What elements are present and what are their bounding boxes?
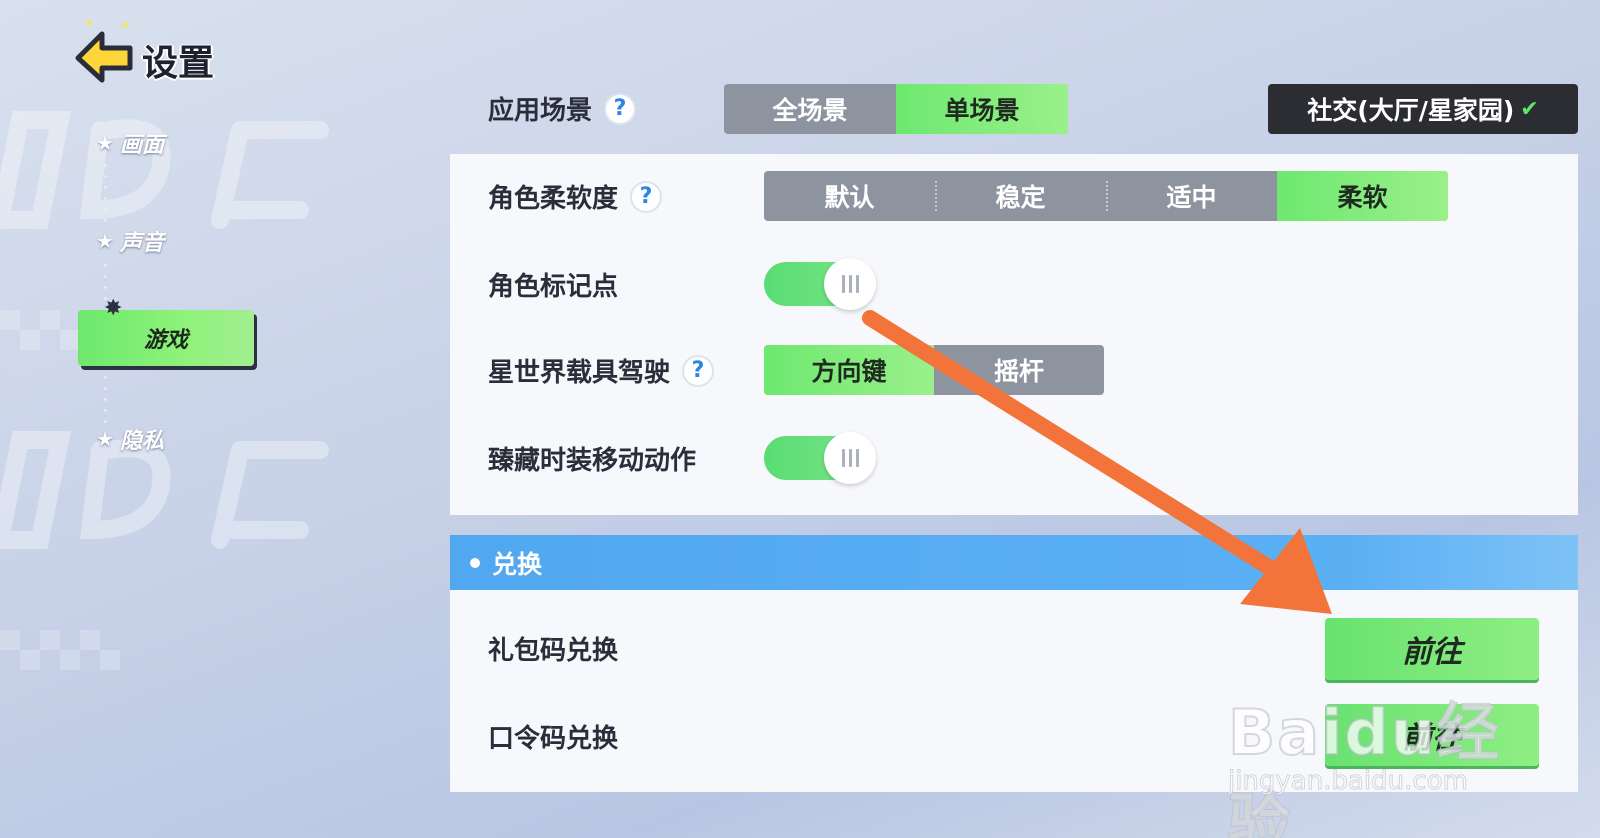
toggle-knob [824, 432, 876, 484]
page-title: 设置 [142, 43, 215, 84]
sidebar-item-sound[interactable]: ★ 声音 [96, 224, 164, 258]
star-icon: ★ [96, 427, 114, 451]
vehicle-segmented-control: 方向键 摇杆 [764, 345, 1104, 395]
scene-option-all[interactable]: 全场景 [724, 84, 896, 134]
nav-connector [104, 160, 107, 230]
sidebar-item-display[interactable]: ★ 画面 [96, 126, 164, 160]
sidebar-item-label: 隐私 [119, 429, 164, 454]
redeem-section-header: 兑换 [450, 535, 1578, 591]
vehicle-option-joystick[interactable]: 摇杆 [934, 345, 1104, 395]
scene-segmented-control: 全场景 单场景 [724, 84, 1068, 134]
gift-code-row: 礼包码兑换 [488, 630, 618, 667]
softness-segmented-control: 默认 稳定 适中 柔软 [764, 171, 1448, 221]
gift-code-go-button[interactable]: 前往 [1325, 618, 1539, 680]
scene-dropdown[interactable]: 社交(大厅/星家园) ✔ [1268, 84, 1578, 134]
password-code-row: 口令码兑换 [488, 718, 618, 755]
outfit-motion-row: 臻藏时装移动动作 [488, 440, 696, 477]
sidebar-item-label: 画面 [119, 133, 164, 158]
vehicle-row: 星世界载具驾驶 ? [488, 352, 715, 389]
sidebar-item-privacy[interactable]: ★ 隐私 [96, 422, 164, 456]
sidebar-item-label: 游戏 [143, 328, 188, 353]
star-icon: ✸ [104, 296, 123, 321]
star-icon: ★ [96, 131, 114, 155]
star-icon: ★ [96, 229, 114, 253]
sidebar-item-label: 声音 [119, 231, 164, 256]
outfit-motion-toggle[interactable] [764, 432, 876, 484]
markers-label: 角色标记点 [488, 272, 619, 302]
sidebar-item-game[interactable]: ✸ 游戏 [78, 296, 254, 366]
softness-option-stable[interactable]: 稳定 [935, 171, 1106, 221]
vehicle-option-arrow-keys[interactable]: 方向键 [764, 345, 934, 395]
softness-option-soft[interactable]: 柔软 [1277, 171, 1448, 221]
password-code-go-button[interactable]: 前往 [1325, 704, 1539, 766]
softness-row: 角色柔软度 ? [488, 178, 663, 215]
toggle-knob [824, 258, 876, 310]
back-arrow-icon[interactable] [72, 28, 136, 86]
password-code-label: 口令码兑换 [488, 724, 619, 754]
chevron-down-icon: ✔ [1520, 96, 1539, 122]
softness-option-default[interactable]: 默认 [764, 171, 935, 221]
background-pattern [0, 111, 329, 670]
scene-row: 应用场景 ? [488, 90, 637, 127]
help-icon[interactable]: ? [682, 354, 715, 387]
markers-row: 角色标记点 [488, 266, 618, 303]
softness-label: 角色柔软度 [488, 184, 619, 214]
scene-option-single[interactable]: 单场景 [896, 84, 1068, 134]
bullet-icon [470, 558, 480, 568]
help-icon[interactable]: ? [604, 92, 637, 125]
outfit-motion-label: 臻藏时装移动动作 [488, 446, 697, 476]
markers-toggle[interactable] [764, 258, 876, 310]
help-icon[interactable]: ? [630, 180, 663, 213]
section-title: 兑换 [492, 550, 543, 579]
softness-option-medium[interactable]: 适中 [1106, 171, 1277, 221]
vehicle-label: 星世界载具驾驶 [488, 358, 671, 388]
scene-dropdown-value: 社交(大厅/星家园) [1307, 96, 1515, 125]
gift-code-label: 礼包码兑换 [488, 636, 619, 666]
nav-connector [104, 372, 107, 424]
scene-label: 应用场景 [488, 96, 593, 126]
